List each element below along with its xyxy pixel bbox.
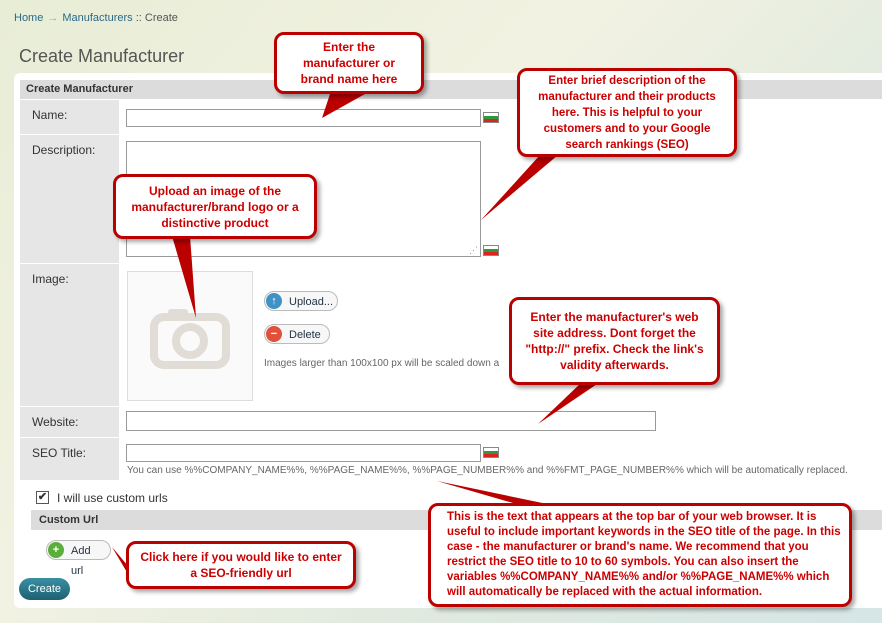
description-callout: Enter brief description of the manufactu… bbox=[517, 68, 737, 157]
name-input[interactable] bbox=[126, 109, 481, 127]
description-label: Description: bbox=[32, 143, 96, 157]
name-label: Name: bbox=[32, 108, 68, 122]
image-preview bbox=[127, 271, 253, 401]
arrow-up-icon: ↑ bbox=[266, 293, 282, 309]
custom-urls-checkbox[interactable]: ✔ bbox=[36, 491, 49, 504]
language-flag-icon[interactable] bbox=[483, 245, 499, 256]
custom-url-callout: Click here if you would like to enter a … bbox=[126, 541, 356, 589]
upload-button[interactable]: ↑ Upload... bbox=[264, 291, 338, 311]
website-label: Website: bbox=[32, 415, 79, 429]
language-flag-icon[interactable] bbox=[483, 447, 499, 458]
seo-variables-note: You can use %%COMPANY_NAME%%, %%PAGE_NAM… bbox=[127, 465, 848, 476]
name-callout: Enter the manufacturer or brand name her… bbox=[274, 32, 424, 94]
breadcrumb-manufacturers-link[interactable]: Manufacturers bbox=[62, 12, 132, 24]
breadcrumb-current: Create bbox=[144, 12, 178, 24]
camera-placeholder-icon bbox=[150, 309, 230, 369]
image-callout: Upload an image of the manufacturer/bran… bbox=[113, 174, 317, 239]
image-label: Image: bbox=[32, 272, 69, 286]
image-size-note: Images larger than 100x100 px will be sc… bbox=[264, 358, 500, 369]
language-flag-icon[interactable] bbox=[483, 112, 499, 123]
website-callout: Enter the manufacturer's web site addres… bbox=[509, 297, 720, 385]
seo-title-input[interactable] bbox=[126, 444, 481, 462]
breadcrumb-home-link[interactable]: Home bbox=[14, 12, 43, 24]
create-button[interactable]: Create bbox=[19, 578, 70, 600]
resize-handle-icon[interactable]: ⋰ bbox=[469, 245, 478, 256]
custom-urls-label: I will use custom urls bbox=[57, 491, 168, 505]
seo-title-label: SEO Title: bbox=[32, 446, 87, 460]
breadcrumb-arrow-icon: → bbox=[47, 12, 59, 24]
breadcrumb-separator: :: bbox=[135, 12, 142, 24]
website-input[interactable] bbox=[126, 411, 656, 431]
plus-icon: + bbox=[48, 542, 64, 558]
add-url-button[interactable]: + Add url bbox=[46, 540, 111, 577]
seo-title-callout: This is the text that appears at the top… bbox=[428, 503, 852, 607]
breadcrumb: Home → Manufacturers :: Create bbox=[14, 12, 178, 24]
panel-header: Create Manufacturer bbox=[20, 80, 882, 99]
page-title: Create Manufacturer bbox=[19, 46, 185, 66]
delete-button[interactable]: − Delete bbox=[264, 324, 330, 344]
minus-icon: − bbox=[266, 326, 282, 342]
